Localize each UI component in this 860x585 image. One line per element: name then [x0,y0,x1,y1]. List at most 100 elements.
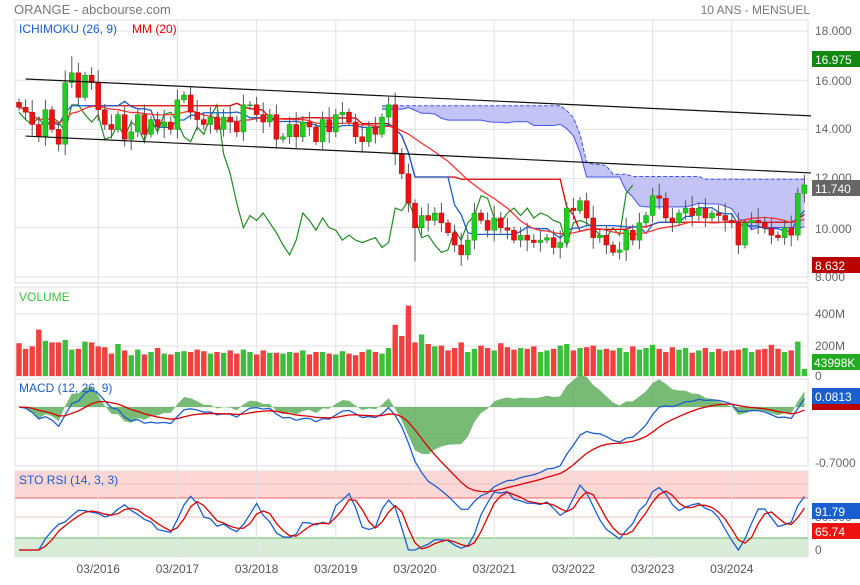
candle-body [82,75,88,98]
candle-body [702,207,709,219]
volume-bar [702,348,709,376]
candle-body [214,116,220,130]
candle-body [689,207,695,216]
volume-bar [385,348,392,376]
volume-bar [207,353,214,376]
high-label: 16.975 [815,53,852,67]
candle-body [148,119,154,135]
volume-bar [174,352,181,376]
volume-bar [22,348,29,376]
stock-chart: ORANGE - abcbourse.com 10 ANS - MENSUEL … [14,2,860,576]
volume-bar [616,348,623,376]
volume-bar [451,348,458,376]
candle-body [273,114,280,140]
y-tick: 200M [815,339,845,353]
volume-bar [214,352,220,376]
candle-body [22,107,29,113]
candle-body [319,119,326,142]
volume-bar [187,352,194,376]
volume-bar [491,350,497,376]
candle-body [775,234,781,238]
candle-body [240,104,247,133]
volume-bar [722,351,728,376]
volume-bar [168,354,174,376]
volume-bar [537,352,544,376]
candle-body [207,116,214,125]
volume-bar [676,349,682,376]
volume-bar [366,349,372,376]
candle-body [643,215,649,224]
candle-body [121,114,128,140]
volume-bar [577,348,583,376]
candle-body [550,237,557,248]
candle-body [656,195,662,199]
candle-body [42,109,49,138]
candle-body [339,111,346,115]
candle-body [722,215,728,221]
volume-bar [762,348,768,376]
legend-stochrsi: STO RSI (14, 3, 3) [19,473,118,487]
x-tick-label: 03/2024 [710,562,754,576]
candle-body [399,153,405,174]
candle-body [768,227,775,236]
volume-bar [656,348,662,376]
candle-body [531,239,537,243]
candle-body [504,227,511,231]
volume-bar [649,344,656,376]
candle-body [154,119,161,128]
volume-bar [201,351,207,376]
volume-bar [425,344,431,376]
volume-bar [69,349,75,376]
candle-body [385,104,392,118]
volume-bar [95,346,101,376]
volume-bar [748,352,755,376]
legend-ichimoku: ICHIMOKU (26, 9) [19,22,117,36]
volume-bar [42,340,49,376]
candle-body [709,212,715,219]
volume-bar [715,348,722,376]
x-tick-label: 03/2018 [235,562,279,576]
volume-bar [768,344,775,376]
volume-bar [550,348,557,376]
candle-body [491,217,497,231]
low-label: 8.632 [815,259,845,273]
candle-body [300,121,306,138]
candle-body [478,212,484,221]
volume-bar [339,351,346,376]
volume-bar [220,352,227,376]
volume-bar [801,368,808,376]
volume-bar [108,353,115,376]
volume-bar [62,340,68,376]
x-tick-label: 03/2021 [473,562,517,576]
volume-bar [372,352,379,376]
candle-body [333,114,339,133]
volume-bar [544,350,550,376]
candle-body [128,131,134,140]
volume-bar [306,354,313,376]
oversold-zone [15,538,808,557]
volume-bar [36,329,42,376]
candle-body [465,239,471,256]
candle-body [201,119,207,125]
volume-bar [313,352,319,376]
candle-body [762,222,768,229]
candle-body [788,227,794,236]
volume-bar [729,350,735,376]
volume-bar [300,350,306,376]
candle-body [108,124,115,130]
volume-label: 43998K [814,356,855,370]
volume-bar [352,355,359,376]
volume-bar [570,350,577,376]
candle-body [597,234,603,238]
y-tick: 0 [815,543,822,557]
volume-bar [260,350,266,376]
volume-bar [154,348,161,376]
volume-panel [16,305,808,376]
candle-body [649,195,656,216]
candle-body [537,239,544,243]
candle-body [141,114,148,135]
volume-bar [280,353,286,376]
volume-bar [135,349,141,376]
volume-bar [735,349,742,376]
candle-body [405,173,412,204]
